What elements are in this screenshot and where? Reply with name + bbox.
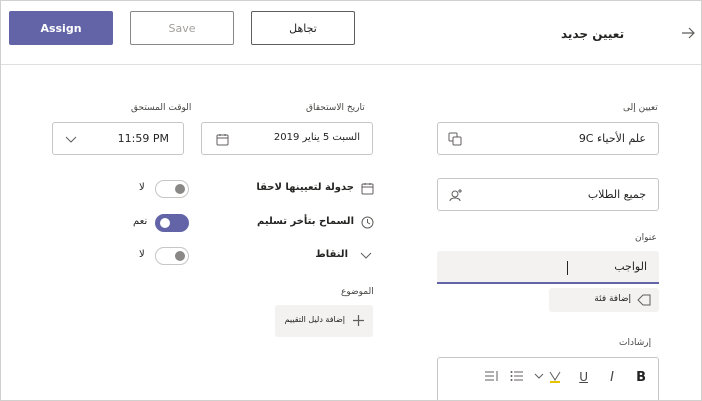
text-cursor: [567, 261, 568, 275]
points-toggle[interactable]: [155, 247, 189, 265]
discard-button-label: تجاهل: [289, 21, 317, 35]
due-time-label: الوقت المستحق: [131, 103, 192, 113]
points-row: النقاط لا: [131, 246, 374, 266]
points-state: لا: [139, 249, 145, 260]
calendar-icon: [361, 182, 374, 195]
bullet-list-icon[interactable]: [510, 370, 524, 382]
allow-late-state: نعم: [133, 216, 148, 227]
tag-icon: [637, 294, 651, 306]
copy-icon: [448, 132, 462, 146]
bold-icon[interactable]: B: [636, 370, 646, 385]
rubric-label: الموضوع: [341, 287, 374, 297]
underline-icon[interactable]: U: [579, 370, 588, 384]
add-person-icon: [448, 187, 464, 203]
allow-late-row: السماح بتأخر تسليم نعم: [131, 213, 374, 233]
allow-late-label: السماح بتأخر تسليم: [257, 216, 354, 227]
instructions-editor[interactable]: B I U: [437, 357, 659, 400]
calendar-icon: [216, 133, 229, 146]
points-label: النقاط: [315, 249, 348, 260]
add-rubric-button[interactable]: إضافة دليل التقييم: [275, 305, 373, 337]
schedule-later-toggle[interactable]: [155, 180, 189, 198]
allow-late-toggle[interactable]: [155, 214, 189, 232]
back-arrow-icon[interactable]: [681, 27, 695, 39]
title-input-value: الواجب: [614, 260, 647, 273]
schedule-later-label: جدولة لتعيينها لاحقا: [256, 182, 354, 193]
header-bar: Assign Save تجاهل تعيين جديد: [1, 1, 701, 65]
students-selector-value: جميع الطلاب: [587, 188, 646, 201]
save-button[interactable]: Save: [130, 11, 234, 45]
assign-to-label: تعيين إلى: [623, 103, 658, 113]
title-input[interactable]: الواجب: [437, 251, 659, 284]
assignment-dialog: Assign Save تجاهل تعيين جديد تعيين إلى 9…: [0, 0, 702, 401]
due-date-value: السبت 5 يناير 2019: [273, 132, 360, 143]
due-date-label: تاريخ الاستحقاق: [306, 103, 365, 113]
due-date-picker[interactable]: السبت 5 يناير 2019: [201, 122, 373, 155]
class-selector[interactable]: 9C علم الأحياء: [437, 122, 659, 155]
instructions-label: إرشادات: [619, 338, 652, 348]
add-rubric-label: إضافة دليل التقييم: [284, 315, 345, 324]
plus-icon: [352, 314, 365, 327]
page-title: تعيين جديد: [561, 27, 625, 41]
assign-button-label: Assign: [40, 21, 82, 35]
discard-button[interactable]: تجاهل: [251, 11, 355, 45]
italic-icon[interactable]: I: [610, 370, 614, 385]
highlight-icon[interactable]: [548, 370, 562, 384]
students-selector[interactable]: جميع الطلاب: [437, 178, 659, 211]
chevron-down-icon[interactable]: [534, 372, 544, 380]
numbered-list-icon[interactable]: [484, 370, 498, 382]
schedule-later-state: لا: [139, 182, 145, 193]
clock-icon: [361, 216, 374, 229]
due-time-value: 11:59 PM: [117, 132, 169, 145]
chevron-down-icon[interactable]: [360, 252, 372, 260]
chevron-down-icon: [65, 136, 77, 144]
save-button-label: Save: [168, 21, 196, 35]
add-category-label: إضافة فئة: [594, 294, 631, 304]
due-time-picker[interactable]: 11:59 PM: [52, 122, 184, 155]
class-selector-value: 9C علم الأحياء: [578, 132, 646, 145]
title-label: عنوان: [635, 233, 657, 243]
assign-button[interactable]: Assign: [9, 11, 113, 45]
schedule-later-row: جدولة لتعيينها لاحقا لا: [131, 179, 374, 199]
add-category-button[interactable]: إضافة فئة: [549, 288, 659, 312]
